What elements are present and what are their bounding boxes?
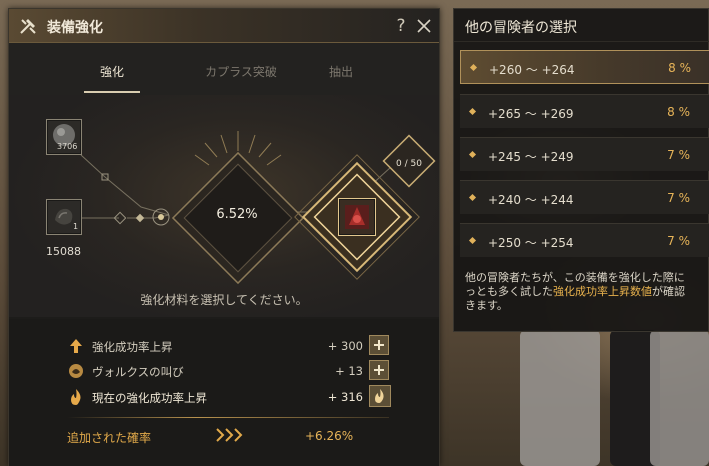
diamond-bullet-icon (468, 150, 477, 159)
side-panel-title: 他の冒険者の選択 (465, 20, 577, 36)
flame-stack-icon (375, 389, 384, 403)
choice-range: +245 ～ +249 (488, 150, 574, 164)
active-tab-indicator (84, 91, 140, 93)
bonus-value: + 13 (335, 364, 363, 378)
bonus-row-current: 現在の強化成功率上昇 + 316 (9, 385, 439, 409)
choice-range: +240 ～ +244 (488, 193, 574, 207)
window-header[interactable]: 装備強化 ? (9, 9, 439, 43)
side-panel-description: 他の冒険者たちが、この装備を強化した際に っとも多く試した強化成功率上昇数値が確… (465, 271, 709, 313)
desc-text: きます。 (465, 299, 508, 312)
secondary-material-slot[interactable]: 1 (46, 199, 82, 235)
stone-slot-count: 3706 (57, 142, 78, 151)
cap-progress: 0 / 50 (396, 159, 422, 169)
choice-row[interactable]: +240 ～ +244 7 % (460, 180, 709, 214)
tab-extract[interactable]: 抽出 (296, 63, 386, 80)
arrow-up-icon (70, 339, 82, 353)
choice-percent: 7 % (667, 191, 690, 205)
diamond-bullet-icon (468, 107, 477, 116)
choice-row[interactable]: +265 ～ +269 8 % (460, 94, 709, 128)
secondary-slot-count: 1 (73, 222, 79, 231)
choice-range: +250 ～ +254 (488, 236, 574, 250)
add-vorcus-button[interactable] (369, 360, 389, 380)
vorcus-icon (69, 364, 83, 378)
bonus-label: ヴォルクスの叫び (92, 365, 184, 379)
triple-chevron-icon (216, 428, 243, 442)
choice-range: +260 ～ +264 (489, 63, 575, 77)
choice-percent: 8 % (668, 61, 691, 75)
red-armor-icon (345, 205, 369, 229)
tab-bar: 強化 カプラス突破 抽出 (9, 43, 439, 95)
bonus-value: + 316 (327, 390, 363, 404)
choice-percent: 7 % (667, 234, 690, 248)
stone-slot[interactable]: 3706 (46, 119, 82, 155)
diamond-bullet-icon (468, 193, 477, 202)
diamond-bullet-icon (469, 63, 478, 72)
current-stack-button[interactable] (369, 385, 391, 407)
background-character (520, 330, 600, 466)
add-success-stack-button[interactable] (369, 335, 389, 355)
desc-text: が確認 (652, 285, 685, 298)
choice-row[interactable]: +245 ～ +249 7 % (460, 137, 709, 171)
diamond-bullet-icon (468, 236, 477, 245)
bonus-row-success-up: 強化成功率上昇 + 300 (9, 334, 439, 358)
desc-text: 他の冒険者たちが、この装備を強化した際に (465, 271, 685, 284)
instruction-text: 強化材料を選択してください。 (140, 293, 308, 307)
choice-row[interactable]: +250 ～ +254 7 % (460, 223, 709, 257)
window-title: 装備強化 (47, 20, 103, 36)
enhancement-stage: 3706 15088 1 (9, 95, 439, 317)
background-character-cloak (650, 330, 709, 466)
tab-enhance[interactable]: 強化 (67, 63, 157, 80)
stone-owned-count: 15088 (46, 245, 81, 258)
help-button[interactable]: ? (391, 15, 411, 37)
choice-percent: 8 % (667, 105, 690, 119)
hammer-icon (20, 19, 36, 34)
bonus-value: + 300 (327, 339, 363, 353)
bonus-label: 現在の強化成功率上昇 (92, 391, 207, 405)
added-probability-value: +6.26% (305, 429, 354, 443)
close-icon[interactable] (416, 18, 432, 34)
bonus-label: 強化成功率上昇 (92, 340, 173, 354)
bonus-section: 強化成功率上昇 + 300 ヴォルクスの叫び + 13 現在の強化成功率上昇 +… (9, 319, 439, 466)
connector-node (135, 213, 145, 223)
desc-highlight: 強化成功率上昇数値 (553, 285, 652, 298)
other-adventurers-panel: 他の冒険者の選択 +260 ～ +264 8 % +265 ～ +269 8 %… (453, 8, 709, 332)
side-panel-header: 他の冒険者の選択 (454, 9, 709, 42)
choice-row[interactable]: +260 ～ +264 8 % (460, 50, 709, 84)
connector-node (158, 214, 164, 220)
bonus-row-vorcus: ヴォルクスの叫び + 13 (9, 359, 439, 383)
flame-icon (71, 389, 81, 405)
added-probability-label: 追加された確率 (67, 431, 152, 445)
target-item-slot[interactable] (338, 198, 376, 236)
success-rate-value: 6.52% (216, 207, 258, 222)
enhancement-window: 装備強化 ? 強化 カプラス突破 抽出 3706 15088 1 6.52% 0… (8, 8, 440, 466)
choice-percent: 7 % (667, 148, 690, 162)
section-divider (67, 417, 389, 418)
desc-text: っとも多く試した (465, 285, 553, 298)
tab-caphras[interactable]: カプラス突破 (196, 63, 286, 80)
choice-range: +265 ～ +269 (488, 107, 574, 121)
